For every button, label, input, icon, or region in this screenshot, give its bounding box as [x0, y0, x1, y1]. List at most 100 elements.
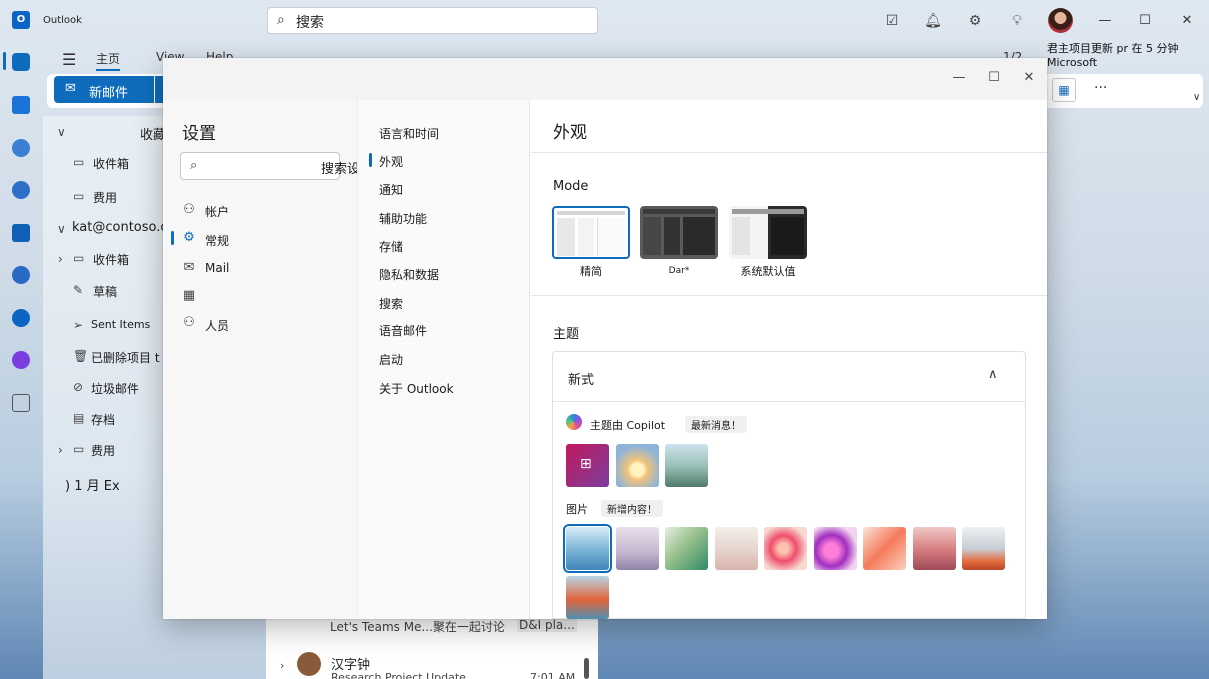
account-header[interactable]: kat@contoso.c	[72, 220, 168, 235]
image-theme-thumb-8[interactable]	[913, 527, 956, 570]
image-theme-thumb-3[interactable]	[665, 527, 708, 570]
subnav-privacy[interactable]: 隐私和数据	[379, 266, 439, 283]
subnav-accessibility[interactable]: 辅助功能	[379, 210, 427, 227]
mail-preview-text[interactable]: Let's Teams Me...聚在一起讨论	[330, 618, 505, 635]
outlook-logo-icon: O	[12, 11, 30, 29]
files-icon[interactable]	[12, 224, 30, 242]
chevron-right-icon[interactable]: ›	[280, 659, 284, 672]
image-theme-thumb-4[interactable]	[715, 527, 758, 570]
theme-label: 主题	[553, 327, 580, 342]
dialog-close-icon[interactable]: ✕	[1019, 70, 1039, 85]
search-box[interactable]: ⌕ 搜索	[267, 7, 598, 34]
bell-icon[interactable]: 🔔︎	[923, 11, 943, 31]
divider	[553, 401, 1025, 402]
search-icon: ⌕	[277, 12, 285, 28]
subnav-startup[interactable]: 启动	[379, 351, 403, 368]
groups-icon[interactable]	[12, 181, 30, 199]
close-icon[interactable]: ✕	[1177, 11, 1197, 31]
subnav-about[interactable]: 关于 Outlook	[379, 380, 454, 397]
tab-home[interactable]: 主页	[96, 50, 121, 71]
onedrive-icon[interactable]	[12, 309, 30, 327]
mail-subject[interactable]: Research Project Update	[331, 671, 466, 679]
title-bar	[0, 0, 1209, 42]
more-options-icon[interactable]: ···	[1094, 80, 1107, 96]
mail-scrollbar[interactable]	[584, 658, 589, 679]
people-icon: ⚇	[183, 315, 195, 330]
folder-fav-expenses[interactable]: 费用	[93, 189, 117, 206]
mode-dark-label: Dar*	[668, 266, 690, 276]
image-theme-thumb-10[interactable]	[566, 576, 609, 619]
lightbulb-icon[interactable]: 💡︎	[1007, 11, 1027, 31]
todo-icon[interactable]: ☑	[882, 11, 902, 31]
folder-drafts[interactable]: 草稿	[93, 283, 117, 300]
folder-fav-inbox[interactable]: 收件箱	[93, 155, 129, 172]
chevron-right-icon[interactable]: ›	[58, 252, 63, 266]
subnav-notifications[interactable]: 通知	[379, 181, 403, 198]
subnav-language[interactable]: 语言和时间	[379, 125, 439, 142]
folder-inbox[interactable]: 收件箱	[93, 251, 129, 268]
image-add-icon: ⊞	[580, 456, 592, 472]
folder-deleted[interactable]: 已删除项目 t	[91, 349, 160, 366]
new-mail-dropdown[interactable]	[155, 76, 163, 103]
image-theme-thumb-7[interactable]	[863, 527, 906, 570]
folder-sent[interactable]: Sent Items	[91, 318, 150, 331]
org-explorer-icon[interactable]	[12, 266, 30, 284]
images-new-badge: 新增内容！	[601, 500, 663, 517]
content-title: 外观	[553, 123, 587, 143]
theme-expander-label[interactable]: 新式	[568, 369, 594, 388]
copilot-theme-thumb-2[interactable]	[665, 444, 708, 487]
image-theme-thumb-2[interactable]	[616, 527, 659, 570]
hamburger-icon[interactable]: ☰	[62, 50, 76, 69]
more-apps-icon[interactable]	[12, 394, 30, 412]
send-icon: ➢	[73, 318, 84, 332]
copilot-theme-thumb-1[interactable]	[616, 444, 659, 487]
subnav-storage[interactable]: 存储	[379, 238, 403, 255]
settings-search-input[interactable]: ⌕	[180, 152, 340, 180]
copilot-icon	[566, 414, 582, 430]
image-theme-thumb-5[interactable]	[764, 527, 807, 570]
nav-mail[interactable]: Mail	[205, 261, 229, 275]
gear-icon[interactable]: ⚙	[965, 11, 985, 31]
mode-light-label: 精简	[580, 265, 602, 278]
nav-account[interactable]: 帐户	[205, 203, 229, 220]
subnav-search[interactable]: 搜索	[379, 295, 403, 312]
avatar[interactable]	[1048, 8, 1073, 33]
image-theme-thumb-9[interactable]	[962, 527, 1005, 570]
folder-expenses[interactable]: 费用	[91, 442, 115, 459]
dialog-maximize-icon[interactable]: ☐	[984, 70, 1004, 85]
ribbon-expand-icon[interactable]: ∨	[1193, 92, 1200, 103]
calendar-icon[interactable]	[12, 96, 30, 114]
nav-selected-indicator	[171, 231, 174, 245]
nav-general[interactable]: 常规	[205, 232, 229, 249]
mode-light[interactable]	[552, 206, 630, 259]
copilot-new-badge: 最新消息！	[685, 416, 747, 433]
mode-system-label: 系统默认值	[740, 265, 796, 278]
image-theme-thumb-6[interactable]	[814, 527, 857, 570]
chevron-down-icon[interactable]: ∨	[57, 222, 66, 236]
chevron-up-icon[interactable]: ∧	[988, 367, 998, 382]
nav-people[interactable]: 人员	[205, 317, 229, 334]
image-theme-thumb-1[interactable]	[563, 524, 612, 573]
viva-icon[interactable]	[12, 351, 30, 369]
mode-dark[interactable]	[640, 206, 718, 259]
people-icon[interactable]	[12, 139, 30, 157]
folder-archive[interactable]: 存档	[91, 411, 115, 428]
dialog-minimize-icon[interactable]: —	[949, 70, 969, 85]
notification-text[interactable]: 君主项目更新 pr 在 5 分钟Microsoft	[1047, 42, 1209, 70]
chevron-right-icon[interactable]: ›	[58, 443, 63, 457]
mail-icon[interactable]	[12, 53, 30, 71]
gear-icon: ⚙	[183, 230, 195, 245]
junk-icon: ⊘	[73, 380, 84, 394]
folder-junk[interactable]: 垃圾邮件	[91, 380, 139, 397]
mode-system[interactable]	[729, 206, 807, 259]
minimize-icon[interactable]: —	[1095, 11, 1115, 31]
subnav-voicemail[interactable]: 语音邮件	[379, 322, 427, 339]
subnav-appearance[interactable]: 外观	[379, 153, 403, 170]
chevron-down-icon[interactable]: ∨	[57, 125, 66, 139]
maximize-icon[interactable]: ☐	[1135, 11, 1155, 31]
layout-grid-icon[interactable]: ▦	[1052, 78, 1076, 102]
folder-icon: ▭	[73, 442, 85, 456]
folder-group[interactable]: ) 1 月 Ex	[65, 475, 120, 494]
copilot-create-thumb[interactable]: ⊞	[566, 444, 609, 487]
new-mail-button[interactable]: ✉ 新邮件	[54, 76, 154, 103]
